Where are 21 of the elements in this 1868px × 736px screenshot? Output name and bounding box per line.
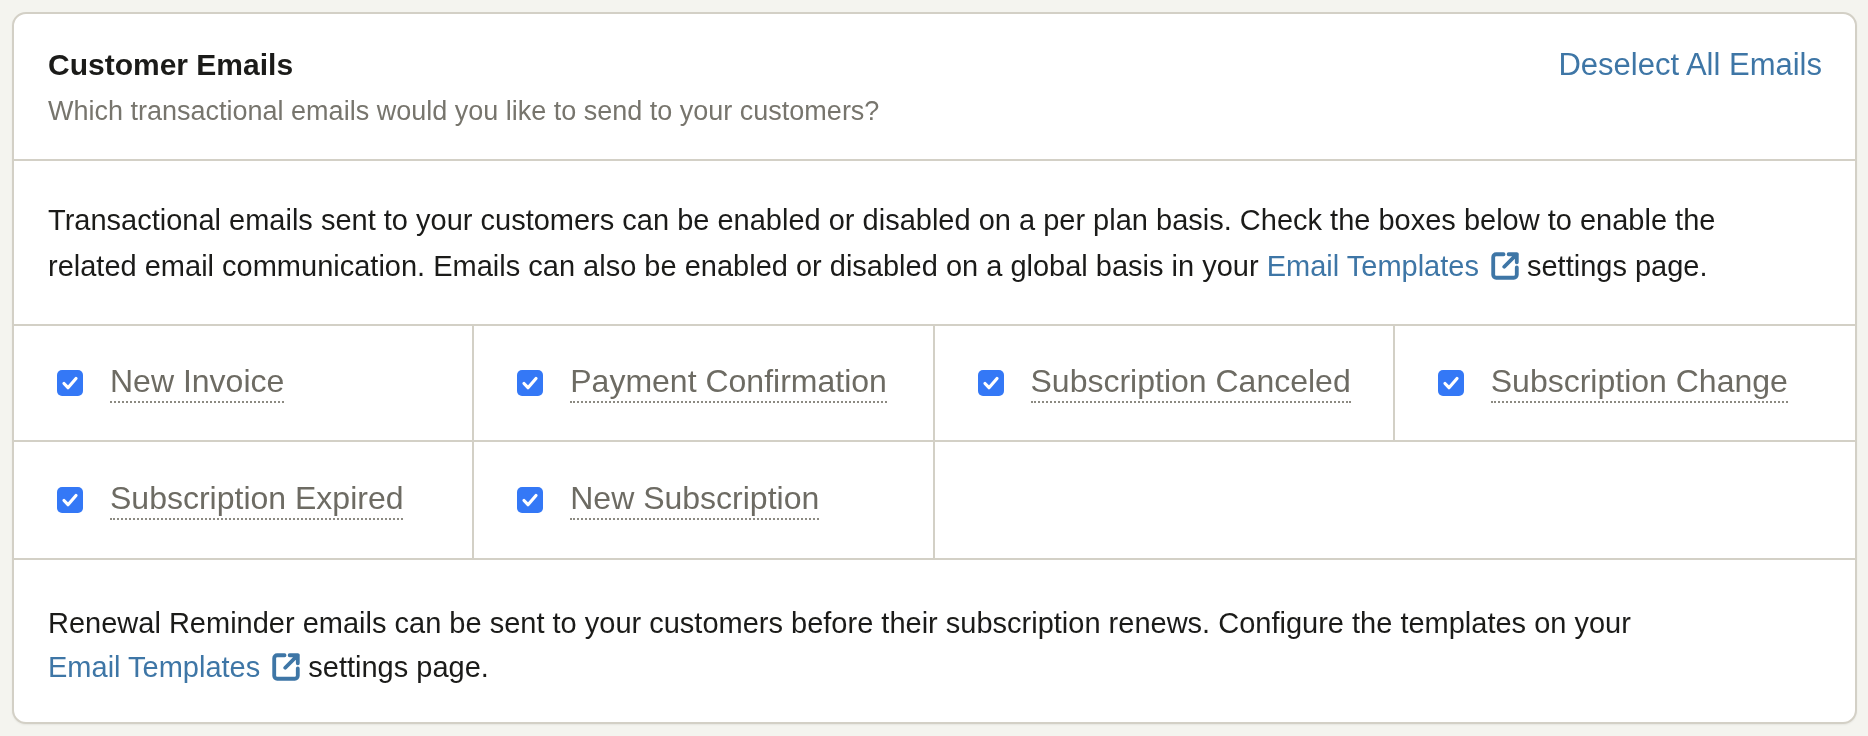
section-subtitle: Which transactional emails would you like to send to your customers? bbox=[48, 95, 880, 128]
email-type-label: Payment Confirmation bbox=[570, 363, 887, 403]
email-templates-link[interactable]: Email Templates bbox=[48, 651, 301, 683]
email-type-label: Subscription Canceled bbox=[1030, 363, 1351, 403]
renewal-paragraph: Renewal Reminder emails can be sent to your customers before their subscription renews. Configure the templates on your Email Templates settings page. bbox=[48, 606, 1632, 685]
checkbox[interactable] bbox=[1437, 370, 1464, 396]
intro-paragraph: Transactional emails sent to your customers can be enabled or disabled on a per plan basis. Check the boxes below to enable the related email communication. Emails can also be enabled or disabled on a global basis in your Email Templates settings page. bbox=[48, 203, 1717, 284]
email-templates-link[interactable]: Email Templates bbox=[1266, 250, 1519, 282]
email-type-label: Subscription Expired bbox=[110, 480, 404, 520]
checkbox[interactable] bbox=[57, 370, 83, 396]
email-type-label: New Invoice bbox=[110, 363, 285, 403]
email-type-label: New Subscription bbox=[570, 480, 820, 520]
email-type-label: Subscription Change bbox=[1490, 363, 1788, 403]
checkbox[interactable] bbox=[517, 487, 544, 513]
section-title: Customer Emails bbox=[48, 47, 295, 83]
external-link-icon bbox=[1490, 252, 1519, 280]
deselect-all-link[interactable]: Deselect All Emails bbox=[1558, 47, 1822, 83]
checkbox[interactable] bbox=[977, 370, 1004, 396]
checkbox[interactable] bbox=[517, 370, 544, 396]
checkbox[interactable] bbox=[57, 487, 83, 513]
external-link-icon bbox=[272, 653, 301, 681]
